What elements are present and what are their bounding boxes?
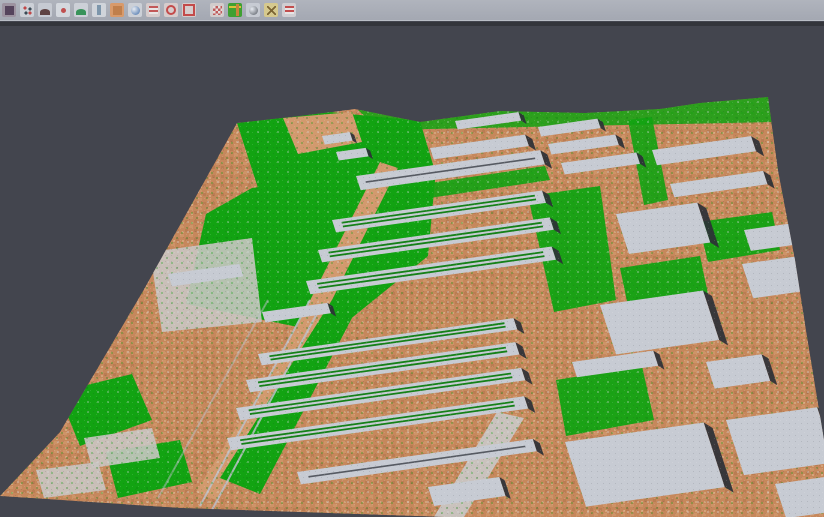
classified-map-icon-glyph — [229, 4, 241, 16]
target-ring-icon-glyph — [166, 5, 176, 15]
terrain-mound-icon[interactable] — [38, 3, 52, 17]
globe-icon[interactable] — [128, 3, 142, 17]
globe-icon-glyph — [131, 6, 140, 15]
bldg-right-5-shadow — [807, 255, 824, 294]
open-cloud-icon-glyph — [5, 6, 14, 15]
profile-column-icon[interactable] — [92, 3, 106, 17]
measure-cross-icon[interactable] — [264, 3, 278, 17]
ground-swatch-icon-glyph — [113, 6, 122, 15]
clip-grid-icon-glyph — [213, 6, 222, 15]
vegetation-mound-icon-glyph — [76, 9, 86, 15]
main-toolbar — [0, 0, 824, 21]
sphere-render-icon[interactable] — [246, 3, 260, 17]
point-pick-icon[interactable] — [56, 3, 70, 17]
pointcloud-scene — [0, 26, 824, 517]
measure-cross-icon-glyph — [267, 6, 276, 15]
clip-grid-icon[interactable] — [210, 3, 224, 17]
flag-stripes-icon-glyph — [285, 6, 294, 14]
bldg-right-4-shadow — [801, 222, 815, 247]
toolbar-separator — [200, 3, 206, 17]
point-pick-icon-glyph — [61, 8, 66, 13]
target-ring-icon[interactable] — [164, 3, 178, 17]
vegetation-mound-icon[interactable] — [74, 3, 88, 17]
toolbar-divider — [0, 22, 824, 26]
pointcloud-grain-overlay — [0, 26, 824, 517]
selection-marquee-icon-glyph — [183, 4, 195, 16]
terrain-mound-icon-glyph — [40, 9, 50, 15]
3d-viewport[interactable] — [0, 26, 824, 517]
selection-marquee-icon[interactable] — [182, 3, 196, 17]
flag-stripes-icon[interactable] — [282, 3, 296, 17]
classified-map-icon[interactable] — [228, 3, 242, 17]
open-cloud-icon[interactable] — [2, 3, 16, 17]
profile-column-icon-glyph — [97, 5, 101, 15]
sphere-render-icon-glyph — [249, 6, 258, 15]
ground-swatch-icon[interactable] — [110, 3, 124, 17]
layer-stack-icon[interactable] — [146, 3, 160, 17]
layer-stack-icon-glyph — [149, 6, 158, 14]
scatter-points-icon-glyph — [23, 6, 32, 15]
scatter-points-icon[interactable] — [20, 3, 34, 17]
